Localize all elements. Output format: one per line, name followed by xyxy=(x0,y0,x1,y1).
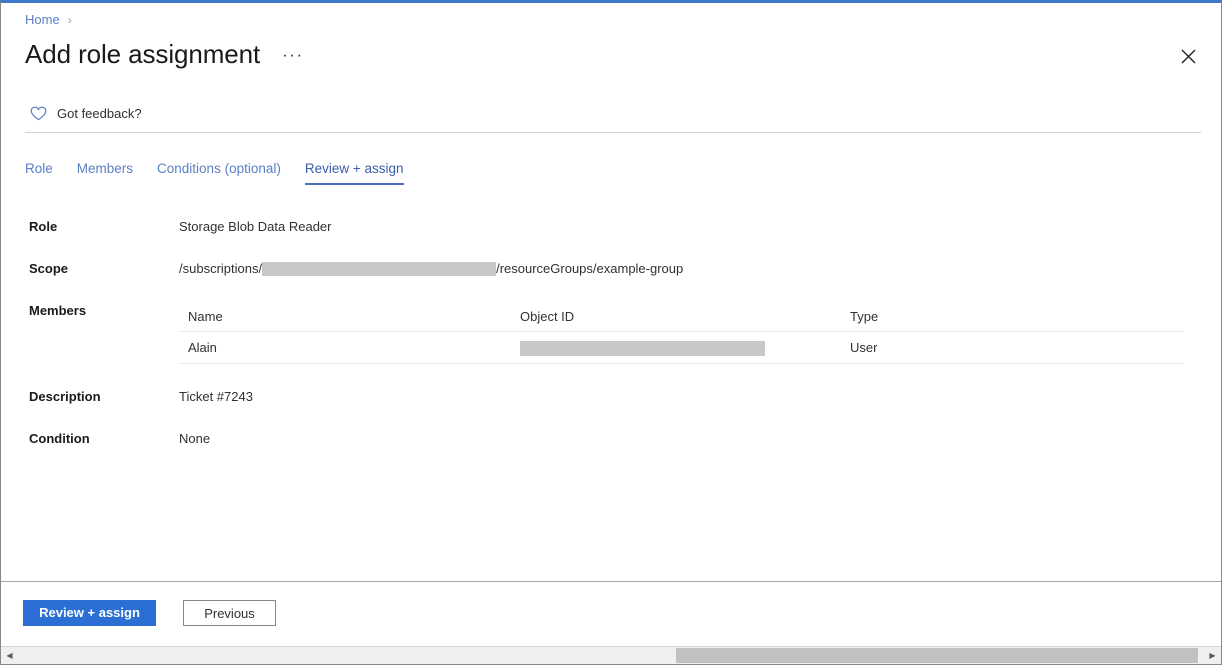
chevron-right-icon: › xyxy=(68,13,72,27)
description-label: Description xyxy=(29,388,179,406)
detail-row-condition: Condition None xyxy=(29,430,1189,448)
review-and-assign-button[interactable]: Review + assign xyxy=(23,600,156,626)
member-redacted-object-id xyxy=(520,341,765,356)
column-header-name: Name xyxy=(179,309,511,324)
page-title: Add role assignment xyxy=(25,37,260,71)
condition-value: None xyxy=(179,430,210,448)
close-button[interactable] xyxy=(1175,43,1201,69)
title-row: Add role assignment ··· xyxy=(25,37,304,71)
column-header-object-id: Object ID xyxy=(511,309,841,324)
scope-value: /subscriptions/ /resourceGroups/example-g… xyxy=(179,260,683,278)
members-label: Members xyxy=(29,302,179,320)
scroll-right-arrow-icon[interactable]: ▶ xyxy=(1204,647,1221,664)
role-value: Storage Blob Data Reader xyxy=(179,218,331,236)
tab-members[interactable]: Members xyxy=(77,161,133,185)
header-divider xyxy=(25,132,1201,133)
table-row: Alain User xyxy=(179,332,1184,364)
scope-label: Scope xyxy=(29,260,179,278)
heart-icon xyxy=(29,104,47,122)
more-options-icon[interactable]: ··· xyxy=(282,46,303,64)
got-feedback-button[interactable]: Got feedback? xyxy=(29,104,142,122)
member-name: Alain xyxy=(179,340,511,355)
previous-button[interactable]: Previous xyxy=(183,600,276,626)
description-value: Ticket #7243 xyxy=(179,388,253,406)
tab-role[interactable]: Role xyxy=(25,161,53,185)
footer-actions: Review + assign Previous xyxy=(23,600,276,626)
role-label: Role xyxy=(29,218,179,236)
column-header-type: Type xyxy=(841,309,1021,324)
got-feedback-label: Got feedback? xyxy=(57,106,142,121)
horizontal-scrollbar[interactable]: ◀ ▶ xyxy=(1,646,1221,664)
footer-divider xyxy=(1,581,1221,582)
breadcrumb-item-home[interactable]: Home xyxy=(25,12,60,27)
tab-conditions[interactable]: Conditions (optional) xyxy=(157,161,281,185)
scroll-left-arrow-icon[interactable]: ◀ xyxy=(1,647,18,664)
close-icon xyxy=(1181,49,1196,64)
member-object-id xyxy=(511,339,841,355)
wizard-tabs: Role Members Conditions (optional) Revie… xyxy=(25,161,428,185)
condition-label: Condition xyxy=(29,430,179,448)
scope-suffix: /resourceGroups/example-group xyxy=(496,260,683,278)
detail-row-description: Description Ticket #7243 xyxy=(29,388,1189,406)
tab-review-and-assign[interactable]: Review + assign xyxy=(305,161,404,185)
scrollbar-thumb[interactable] xyxy=(676,648,1198,663)
scope-prefix: /subscriptions/ xyxy=(179,260,262,278)
members-table: Name Object ID Type Alain User xyxy=(179,302,1184,364)
scrollbar-track[interactable] xyxy=(18,647,1204,664)
detail-row-scope: Scope /subscriptions/ /resourceGroups/exa… xyxy=(29,260,1189,278)
add-role-assignment-blade: Home › Add role assignment ··· Got feedb… xyxy=(0,0,1222,665)
scope-redacted-subscription-id xyxy=(262,262,496,276)
detail-row-role: Role Storage Blob Data Reader xyxy=(29,218,1189,236)
breadcrumb: Home › xyxy=(25,12,72,27)
member-type: User xyxy=(841,340,1021,355)
members-table-header: Name Object ID Type xyxy=(179,302,1184,332)
